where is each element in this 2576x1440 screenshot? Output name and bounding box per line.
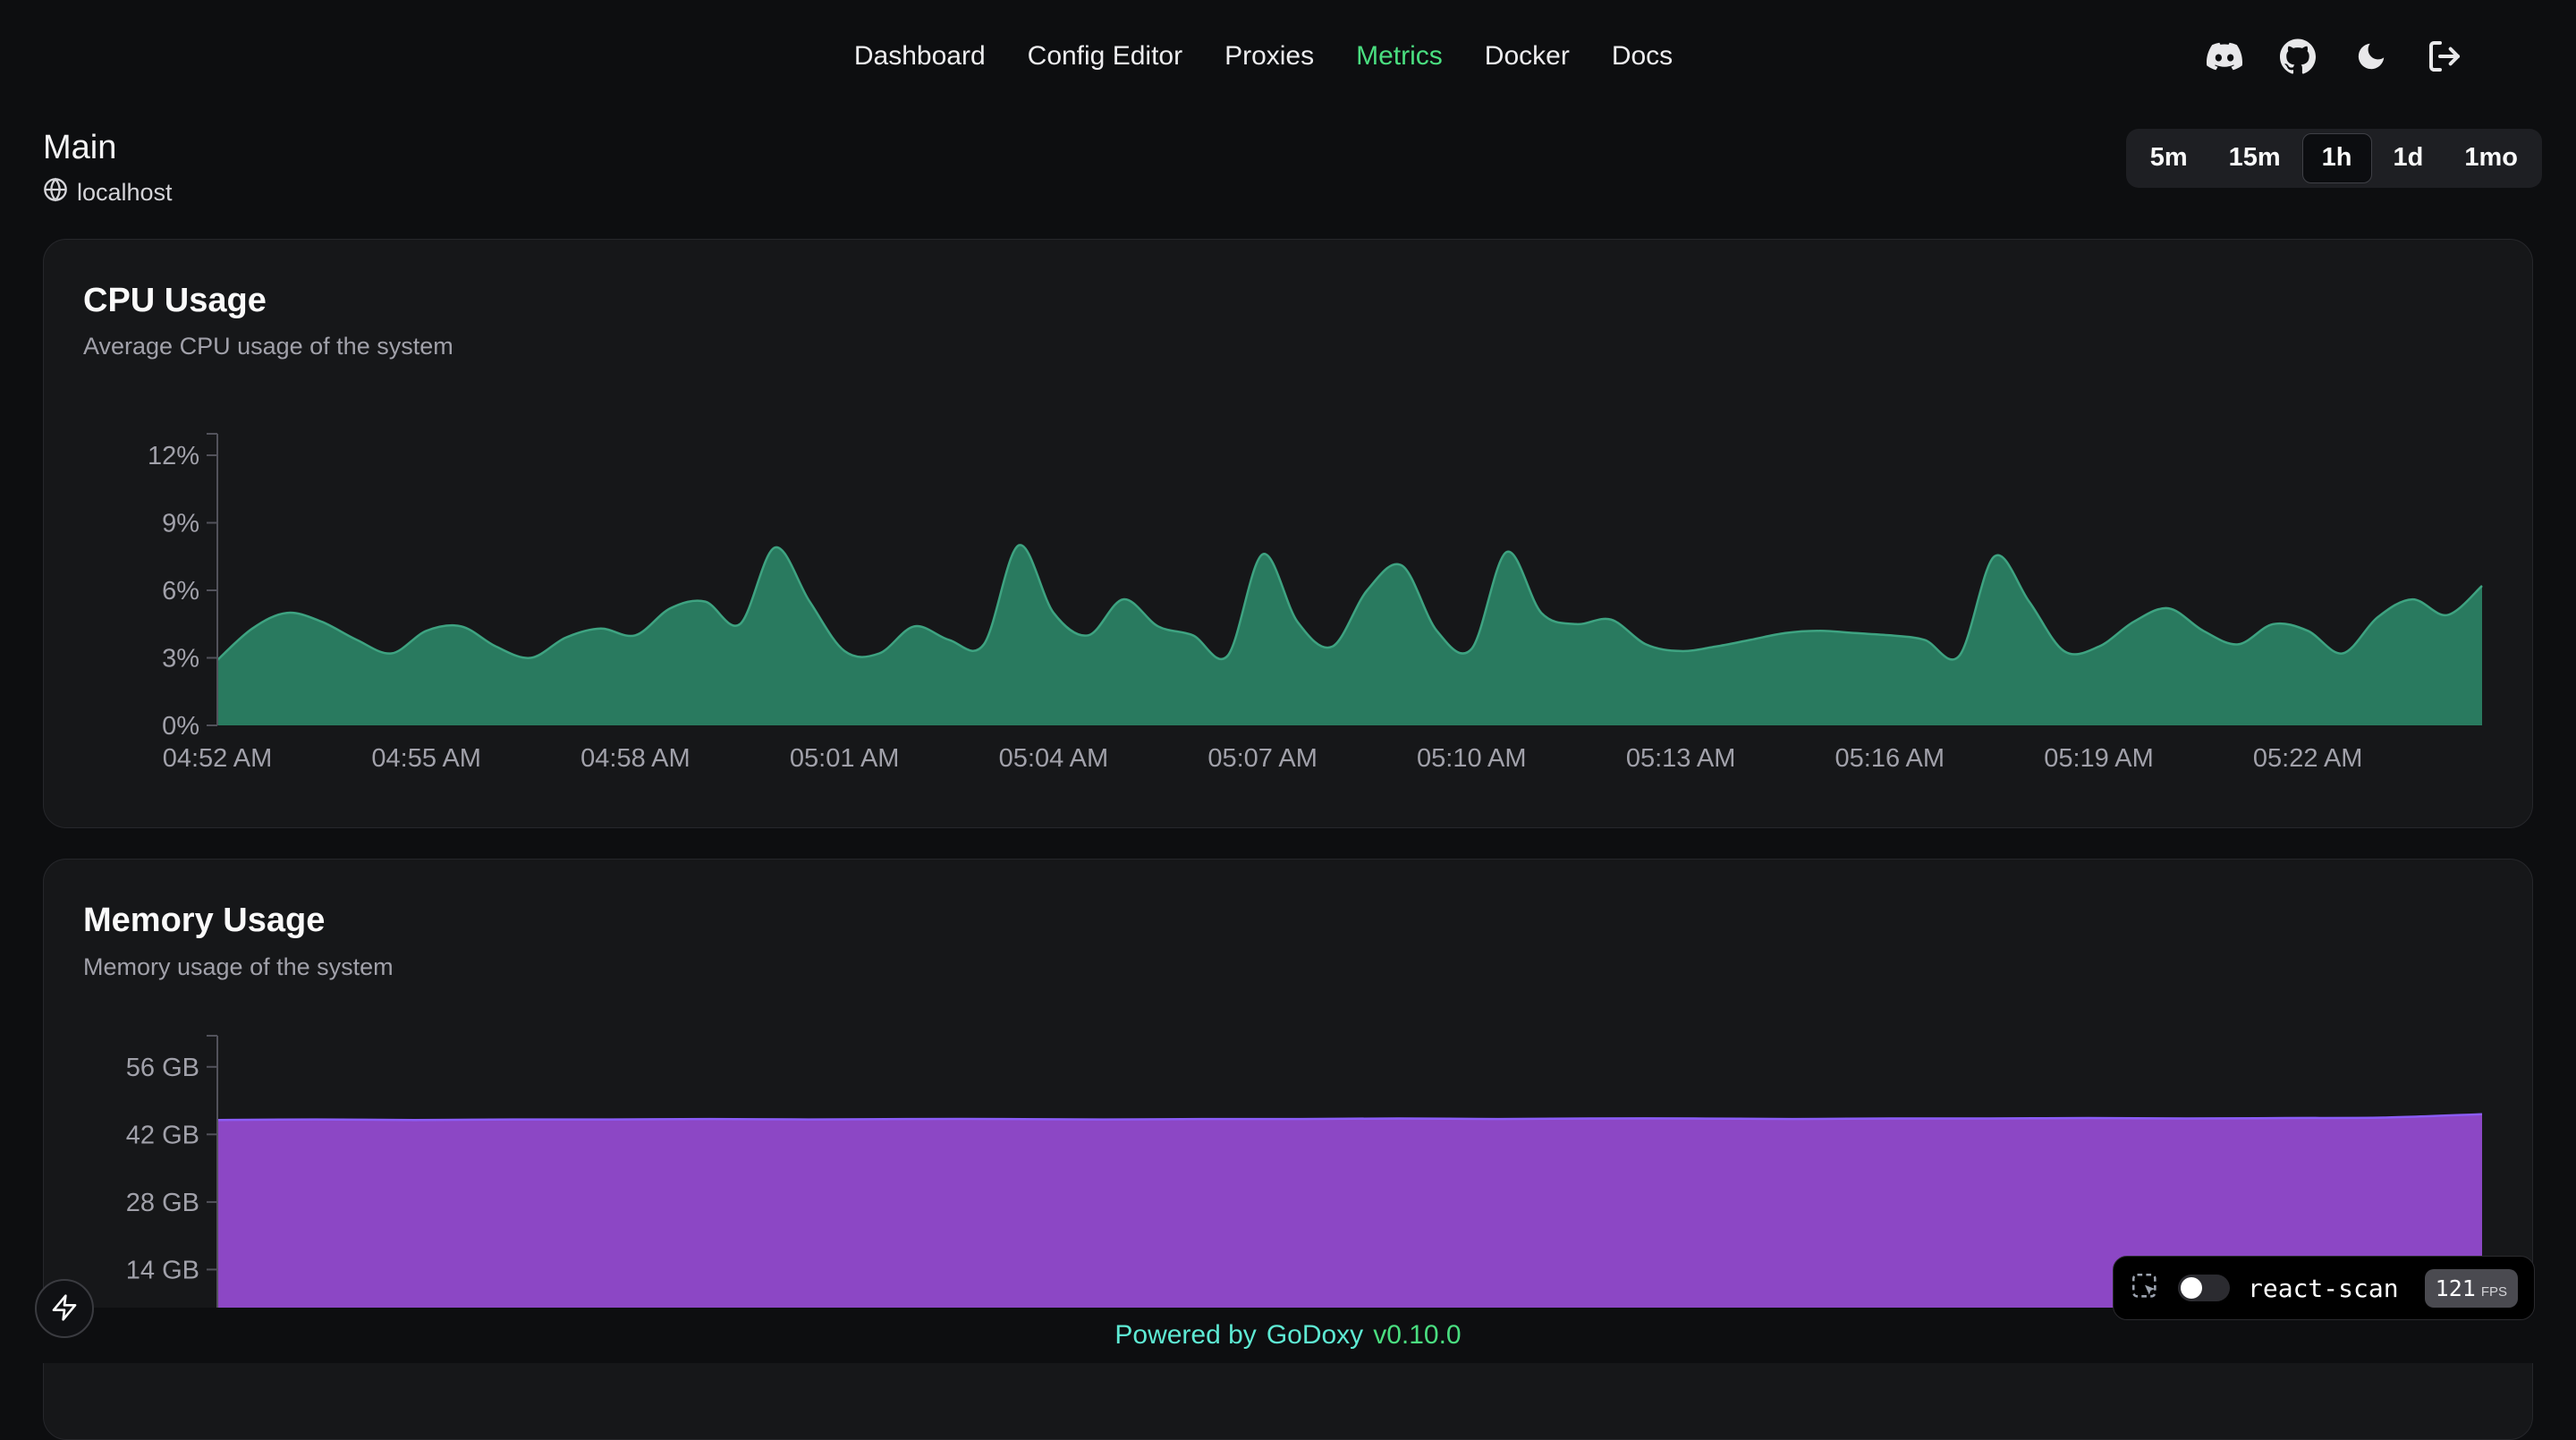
globe-icon [43, 177, 68, 208]
svg-text:9%: 9% [162, 510, 199, 538]
top-icons [2204, 36, 2465, 77]
time-range-selector: 5m 15m 1h 1d 1mo [2126, 129, 2542, 188]
nav-item-metrics[interactable]: Metrics [1356, 41, 1443, 72]
host-label: localhost [77, 179, 173, 207]
svg-text:04:52 AM: 04:52 AM [163, 744, 273, 773]
range-button-1d[interactable]: 1d [2374, 133, 2444, 183]
svg-text:12%: 12% [148, 442, 199, 470]
fps-value: 121 [2436, 1275, 2476, 1301]
powered-by-label: Powered by [1114, 1320, 1256, 1351]
fps-badge: 121 FPS [2425, 1269, 2518, 1308]
site-info: Main localhost [43, 127, 173, 208]
github-button[interactable] [2277, 36, 2318, 77]
logout-icon [2427, 38, 2462, 74]
svg-text:05:13 AM: 05:13 AM [1626, 744, 1736, 773]
top-bar: Dashboard Config Editor Proxies Metrics … [0, 0, 2576, 113]
nav-item-docs[interactable]: Docs [1612, 41, 1673, 72]
discord-button[interactable] [2204, 36, 2245, 77]
range-button-1mo[interactable]: 1mo [2445, 133, 2538, 183]
memory-card-subtitle: Memory usage of the system [83, 952, 2493, 983]
react-scan-label: react-scan [2248, 1274, 2399, 1303]
cpu-card-title: CPU Usage [83, 279, 2493, 323]
cpu-usage-chart[interactable]: 0% 3% 6% 9% 12% 04:52 AM 04:55 AM 04:58 AM 05:01… [83, 421, 2493, 783]
svg-text:28 GB: 28 GB [126, 1189, 199, 1217]
svg-text:04:58 AM: 04:58 AM [580, 744, 691, 773]
svg-text:56 GB: 56 GB [126, 1054, 199, 1082]
svg-text:6%: 6% [162, 577, 199, 606]
nav-item-docker[interactable]: Docker [1485, 41, 1570, 72]
page-title: Main [43, 127, 173, 170]
svg-text:42 GB: 42 GB [126, 1121, 199, 1149]
svg-text:04:55 AM: 04:55 AM [371, 744, 481, 773]
react-scan-toggle[interactable] [2178, 1275, 2230, 1301]
svg-text:05:22 AM: 05:22 AM [2253, 744, 2363, 773]
version-label: v0.10.0 [1373, 1320, 1461, 1351]
svg-text:05:01 AM: 05:01 AM [790, 744, 900, 773]
toggle-knob [2181, 1277, 2202, 1299]
svg-text:05:04 AM: 05:04 AM [999, 744, 1109, 773]
main-nav: Dashboard Config Editor Proxies Metrics … [854, 41, 1673, 72]
react-scan-toolbar: react-scan 121 FPS [2113, 1256, 2535, 1320]
github-icon [2280, 38, 2316, 74]
svg-text:0%: 0% [162, 712, 199, 741]
svg-text:05:10 AM: 05:10 AM [1417, 744, 1527, 773]
moon-icon [2354, 39, 2388, 73]
svg-text:05:16 AM: 05:16 AM [1835, 744, 1945, 773]
svg-text:05:07 AM: 05:07 AM [1208, 744, 1318, 773]
host-row: localhost [43, 177, 173, 208]
discord-icon [2207, 38, 2242, 74]
cpu-usage-card: CPU Usage Average CPU usage of the syste… [43, 239, 2533, 829]
fps-unit: FPS [2481, 1284, 2507, 1300]
godoxy-link[interactable]: GoDoxy [1267, 1320, 1363, 1351]
cpu-card-subtitle: Average CPU usage of the system [83, 331, 2493, 362]
inspect-icon[interactable] [2130, 1271, 2160, 1306]
zap-icon [50, 1293, 79, 1325]
svg-text:3%: 3% [162, 645, 199, 673]
nav-item-proxies[interactable]: Proxies [1224, 41, 1314, 72]
nav-item-config-editor[interactable]: Config Editor [1028, 41, 1182, 72]
svg-text:05:19 AM: 05:19 AM [2044, 744, 2154, 773]
dark-mode-toggle[interactable] [2351, 36, 2392, 77]
range-button-5m[interactable]: 5m [2131, 133, 2207, 183]
quick-actions-button[interactable] [35, 1279, 94, 1338]
range-button-1h[interactable]: 1h [2302, 133, 2372, 183]
range-button-15m[interactable]: 15m [2209, 133, 2301, 183]
nav-item-dashboard[interactable]: Dashboard [854, 41, 986, 72]
svg-text:14 GB: 14 GB [126, 1256, 199, 1284]
logout-button[interactable] [2424, 36, 2465, 77]
page-head: Main localhost 5m 15m 1h 1d 1mo [0, 113, 2576, 208]
memory-card-title: Memory Usage [83, 899, 2493, 943]
